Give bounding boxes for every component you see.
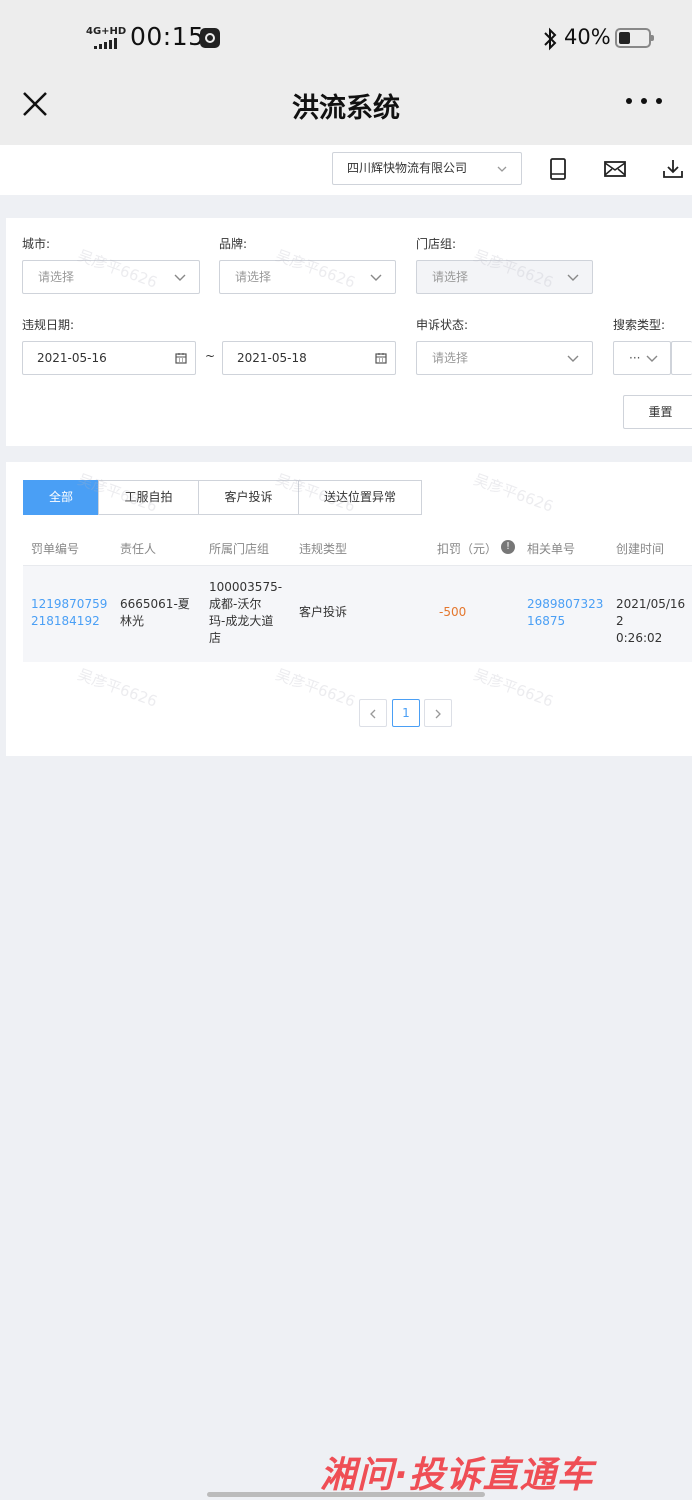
results-panel: 全部 工服自拍 客户投诉 送达位置异常 罚单编号 责任人 所属门店组 违规类型 …: [6, 462, 692, 756]
chevron-down-icon: [567, 355, 579, 362]
more-icon[interactable]: [626, 98, 662, 108]
table-row[interactable]: 1219870759 218184192 6665061-夏 林光 100003…: [23, 566, 692, 662]
date-separator: ~: [205, 349, 216, 363]
info-icon[interactable]: !: [501, 540, 515, 554]
store-group-label: 门店组:: [416, 237, 457, 251]
column-header: 违规类型: [299, 542, 348, 556]
battery-icon: [615, 28, 654, 48]
mail-icon[interactable]: [603, 157, 627, 181]
store-group: 100003575- 成都-沃尔 玛-成龙大道 店: [209, 580, 283, 645]
brand-placeholder: 请选择: [235, 270, 272, 284]
watermark: 吴彦平6626: [273, 665, 358, 711]
ticket-number-link[interactable]: 1219870759 218184192: [31, 596, 107, 630]
app-notification-icon: [200, 28, 220, 48]
watermark: 吴彦平6626: [471, 470, 556, 516]
company-select[interactable]: 四川辉快物流有限公司: [332, 152, 522, 185]
store-group-placeholder: 请选择: [432, 270, 469, 284]
watermark: 吴彦平6626: [471, 665, 556, 711]
appeal-status-select[interactable]: 请选择: [416, 341, 593, 375]
column-header: 罚单编号: [31, 542, 80, 556]
signal-icon: 4G+HD: [86, 26, 126, 50]
city-label: 城市:: [22, 237, 51, 251]
watermark: 吴彦平6626: [75, 665, 160, 711]
responsible-person: 6665061-夏 林光: [120, 597, 190, 628]
chevron-left-icon: [370, 709, 376, 719]
bluetooth-icon: [544, 27, 557, 51]
related-order-link[interactable]: 2989807323 16875: [527, 596, 603, 630]
violation-type: 客户投诉: [299, 605, 348, 619]
search-keyword-input[interactable]: [671, 341, 692, 375]
tablet-icon[interactable]: [546, 157, 570, 181]
chevron-down-icon: [646, 355, 658, 362]
column-header: 所属门店组: [209, 542, 270, 556]
filter-panel: 城市: 请选择 品牌: 请选择 门店组: 请选择 违规日期: 2021-05-1…: [6, 218, 692, 446]
company-select-value: 四川辉快物流有限公司: [347, 161, 468, 175]
chevron-down-icon: [567, 274, 579, 281]
source-banner-logo: 湘问·投诉直通车: [320, 1455, 594, 1496]
calendar-icon: [375, 353, 387, 364]
penalty-amount: -500: [439, 605, 467, 619]
chevron-down-icon: [370, 274, 382, 281]
created-time: 2021/05/16 2 0:26:02: [616, 597, 686, 645]
start-date-input[interactable]: 2021-05-16: [22, 341, 196, 375]
city-placeholder: 请选择: [38, 270, 75, 284]
clock: 00:15: [130, 22, 205, 51]
brand-label: 品牌:: [219, 237, 248, 251]
column-header: 相关单号: [527, 542, 576, 556]
status-bar: 4G+HD 00:15 40%: [0, 0, 692, 78]
toolbar: 四川辉快物流有限公司: [0, 145, 692, 195]
prev-page-button[interactable]: [359, 699, 387, 727]
page-button-current[interactable]: 1: [392, 699, 420, 727]
search-type-label: 搜索类型:: [613, 318, 666, 332]
chevron-right-icon: [435, 709, 441, 719]
appeal-status-placeholder: 请选择: [432, 351, 469, 365]
chevron-down-icon: [497, 166, 507, 172]
search-type-select[interactable]: ···: [613, 341, 671, 375]
column-header: 扣罚（元）: [437, 542, 498, 556]
chevron-down-icon: [174, 274, 186, 281]
calendar-icon: [175, 353, 187, 364]
column-header: 创建时间: [616, 542, 665, 556]
download-icon[interactable]: [661, 157, 685, 181]
home-indicator[interactable]: [207, 1492, 485, 1497]
next-page-button[interactable]: [424, 699, 452, 727]
page-title: 洪流系统: [292, 93, 400, 124]
appeal-status-label: 申诉状态:: [416, 318, 469, 332]
battery-percent: 40%: [564, 25, 611, 49]
column-header: 责任人: [120, 542, 157, 556]
end-date-input[interactable]: 2021-05-18: [222, 341, 396, 375]
violation-date-label: 违规日期:: [22, 318, 75, 332]
table-header: 罚单编号 责任人 所属门店组 违规类型 扣罚（元） ! 相关单号 创建时间: [23, 530, 692, 566]
reset-button[interactable]: 重置: [623, 395, 692, 429]
start-date-value: 2021-05-16: [37, 351, 107, 365]
end-date-value: 2021-05-18: [237, 351, 307, 365]
nav-bar: 洪流系统: [0, 78, 692, 145]
search-type-value: ···: [629, 351, 641, 365]
network-type: 4G+HD: [86, 26, 127, 37]
